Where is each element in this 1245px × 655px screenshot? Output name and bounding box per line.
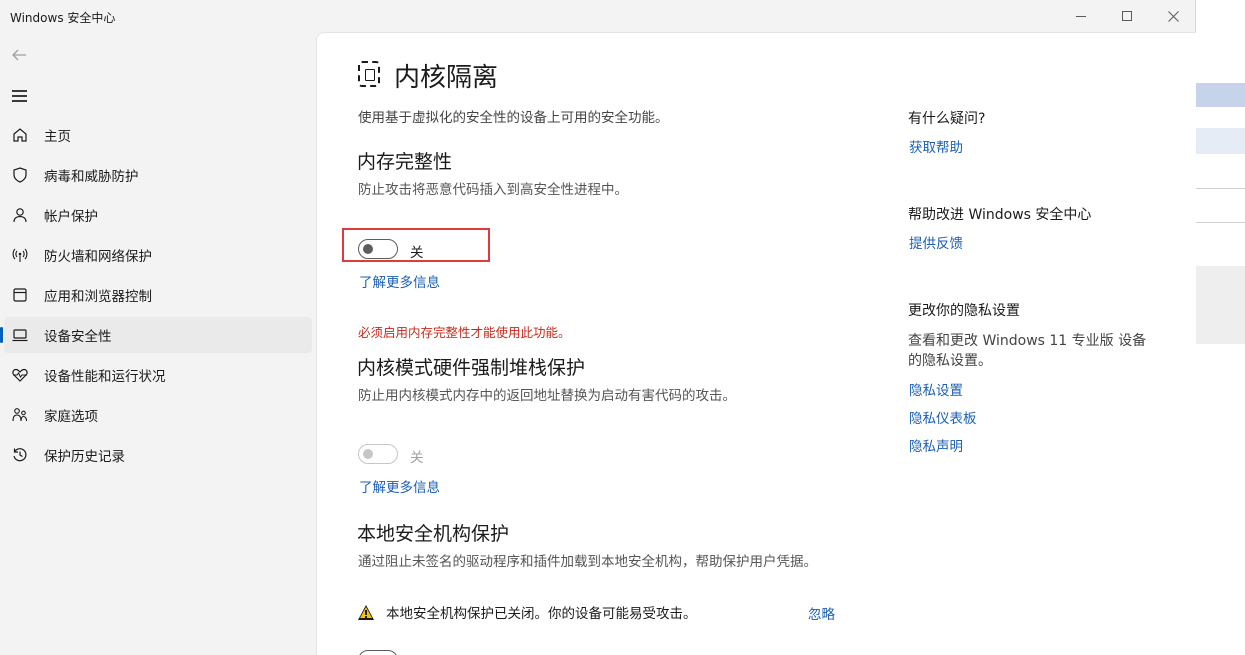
feedback-link[interactable]: 提供反馈	[909, 232, 963, 252]
lsa-warning-message: 本地安全机构保护已关闭。你的设备可能易受攻击。	[386, 606, 697, 622]
memory-integrity-learn-more-link[interactable]: 了解更多信息	[359, 271, 440, 291]
lsa-protection-title: 本地安全机构保护	[357, 523, 510, 545]
sidebar-item-label: 设备安全性	[44, 329, 112, 345]
ignore-link[interactable]: 忽略	[808, 603, 835, 623]
memory-integrity-description: 防止攻击将恶意代码插入到高安全性进程中。	[358, 182, 628, 198]
sidebar-item-account-protection[interactable]: 帐户保护	[4, 197, 312, 233]
main-content: 内核隔离 使用基于虚拟化的安全性的设备上可用的安全功能。 内存完整性 防止攻击将…	[316, 32, 1196, 655]
sidebar-item-family-options[interactable]: 家庭选项	[4, 397, 312, 433]
hamburger-menu-button[interactable]	[10, 86, 30, 106]
sidebar-item-label: 病毒和威胁防护	[44, 169, 139, 185]
privacy-statement-link[interactable]: 隐私声明	[909, 435, 963, 455]
lsa-protection-toggle[interactable]	[358, 650, 398, 655]
stack-protection-toggle	[358, 444, 398, 464]
privacy-description: 查看和更改 Windows 11 专业版 设备的隐私设置。	[908, 333, 1147, 369]
sidebar-item-label: 设备性能和运行状况	[44, 369, 166, 385]
back-arrow-icon	[12, 49, 26, 61]
stack-protection-title: 内核模式硬件强制堆栈保护	[357, 357, 586, 379]
lsa-protection-description: 通过阻止未签名的驱动程序和插件加载到本地安全机构，帮助保护用户凭据。	[358, 554, 817, 570]
page-title: 内核隔离	[394, 63, 499, 93]
background-window	[1195, 0, 1245, 655]
memory-integrity-title: 内存完整性	[357, 151, 453, 173]
sidebar-item-virus-protection[interactable]: 病毒和威胁防护	[4, 157, 312, 193]
stack-protection-learn-more-link[interactable]: 了解更多信息	[359, 476, 440, 496]
sidebar-item-protection-history[interactable]: 保护历史记录	[4, 437, 312, 473]
laptop-icon	[10, 325, 30, 345]
sidebar-item-firewall[interactable]: 防火墙和网络保护	[4, 237, 312, 273]
home-icon	[10, 125, 30, 145]
window-title: Windows 安全中心	[10, 11, 116, 25]
title-bar: Windows 安全中心	[0, 0, 1196, 32]
back-button[interactable]	[10, 46, 30, 66]
sidebar-item-label: 应用和浏览器控制	[44, 289, 152, 305]
core-isolation-icon	[358, 61, 380, 87]
wifi-antenna-icon	[10, 245, 30, 265]
sidebar-item-device-performance[interactable]: 设备性能和运行状况	[4, 357, 312, 393]
improve-title: 帮助改进 Windows 安全中心	[908, 207, 1092, 223]
sidebar-item-home[interactable]: 主页	[4, 117, 312, 153]
warning-icon	[358, 604, 374, 620]
memory-integrity-toggle-label: 关	[410, 245, 424, 261]
maximize-button[interactable]	[1104, 0, 1150, 32]
app-window: Windows 安全中心 主页 病毒和威胁防护 帐户保护 防火墙和网络保护 应用…	[0, 0, 1196, 655]
privacy-title: 更改你的隐私设置	[908, 303, 1020, 319]
sidebar-item-label: 家庭选项	[44, 409, 98, 425]
shield-icon	[10, 165, 30, 185]
memory-integrity-required-warning: 必须启用内存完整性才能使用此功能。	[358, 325, 571, 340]
family-icon	[10, 405, 30, 425]
get-help-link[interactable]: 获取帮助	[909, 136, 963, 156]
heart-pulse-icon	[10, 365, 30, 385]
sidebar-item-device-security[interactable]: 设备安全性	[0, 317, 312, 353]
sidebar-item-label: 帐户保护	[44, 209, 98, 225]
history-icon	[10, 445, 30, 465]
sidebar-item-label: 主页	[44, 129, 71, 145]
page-description: 使用基于虚拟化的安全性的设备上可用的安全功能。	[358, 110, 669, 126]
sidebar-nav: 主页 病毒和威胁防护 帐户保护 防火墙和网络保护 应用和浏览器控制 设备安全性 …	[0, 117, 312, 477]
close-button[interactable]	[1150, 0, 1196, 32]
app-window-icon	[10, 285, 30, 305]
person-icon	[10, 205, 30, 225]
minimize-icon	[1076, 15, 1086, 17]
sidebar-item-app-browser-control[interactable]: 应用和浏览器控制	[4, 277, 312, 313]
lsa-warning-row: 本地安全机构保护已关闭。你的设备可能易受攻击。	[358, 601, 838, 623]
memory-integrity-toggle[interactable]	[358, 239, 398, 259]
stack-protection-description: 防止用内核模式内存中的返回地址替换为启动有害代码的攻击。	[358, 388, 736, 404]
close-icon	[1167, 10, 1179, 22]
sidebar-item-label: 防火墙和网络保护	[44, 249, 152, 265]
maximize-icon	[1122, 11, 1132, 21]
privacy-settings-link[interactable]: 隐私设置	[909, 379, 963, 399]
sidebar-item-label: 保护历史记录	[44, 449, 125, 465]
stack-protection-toggle-label: 关	[410, 450, 424, 466]
questions-title: 有什么疑问?	[908, 111, 986, 127]
minimize-button[interactable]	[1058, 0, 1104, 32]
privacy-dashboard-link[interactable]: 隐私仪表板	[909, 407, 977, 427]
